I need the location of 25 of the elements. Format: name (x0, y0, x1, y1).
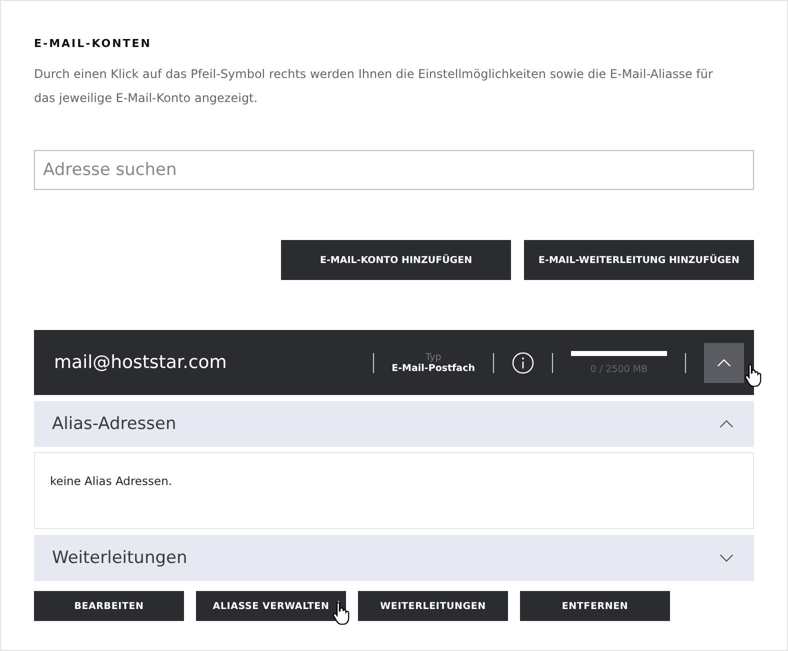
section-header[interactable]: Weiterleitungen (34, 535, 754, 581)
pointer-hand-icon (744, 362, 762, 386)
chevron-up-icon (719, 420, 734, 428)
info-icon[interactable] (512, 352, 534, 374)
account-address: mail@hoststar.com (54, 352, 228, 373)
chevron-down-icon (719, 554, 734, 562)
chevron-up-icon (717, 358, 731, 366)
action-button[interactable]: WEITERLEITUNGEN (358, 591, 508, 621)
type-label: Typ (425, 352, 442, 362)
section-header[interactable]: Alias-Adressen (34, 401, 754, 447)
pointer-hand-icon (332, 601, 350, 625)
add-button[interactable]: E-MAIL-WEITERLEITUNG HINZUFÜGEN (524, 240, 754, 280)
section-heading: E-MAIL-KONTEN (34, 37, 153, 50)
section-text: keine Alias Adressen. (50, 474, 172, 488)
expand-toggle[interactable] (704, 342, 744, 382)
type-value: E-Mail-Postfach (392, 362, 475, 374)
storage-reading: 0 / 2500 MB (590, 364, 648, 374)
action-button[interactable]: ALIASSE VERWALTEN (196, 591, 346, 621)
description-text: Durch einen Klick auf das Pfeil-Symbol rechts werden Ihnen die Einstellmöglichkeiten sowie die E-Mail-Aliasse für das jeweilige E-Mail-Konto angezeigt. (34, 66, 714, 107)
action-button[interactable]: ENTFERNEN (520, 591, 670, 621)
section-title: Alias-Adressen (52, 414, 176, 434)
section-title: Weiterleitungen (52, 548, 188, 568)
action-button[interactable]: BEARBEITEN (34, 591, 184, 621)
search-field[interactable]: Adresse suchen (34, 150, 754, 190)
add-button[interactable]: E-MAIL-KONTO HINZUFÜGEN (281, 240, 511, 280)
